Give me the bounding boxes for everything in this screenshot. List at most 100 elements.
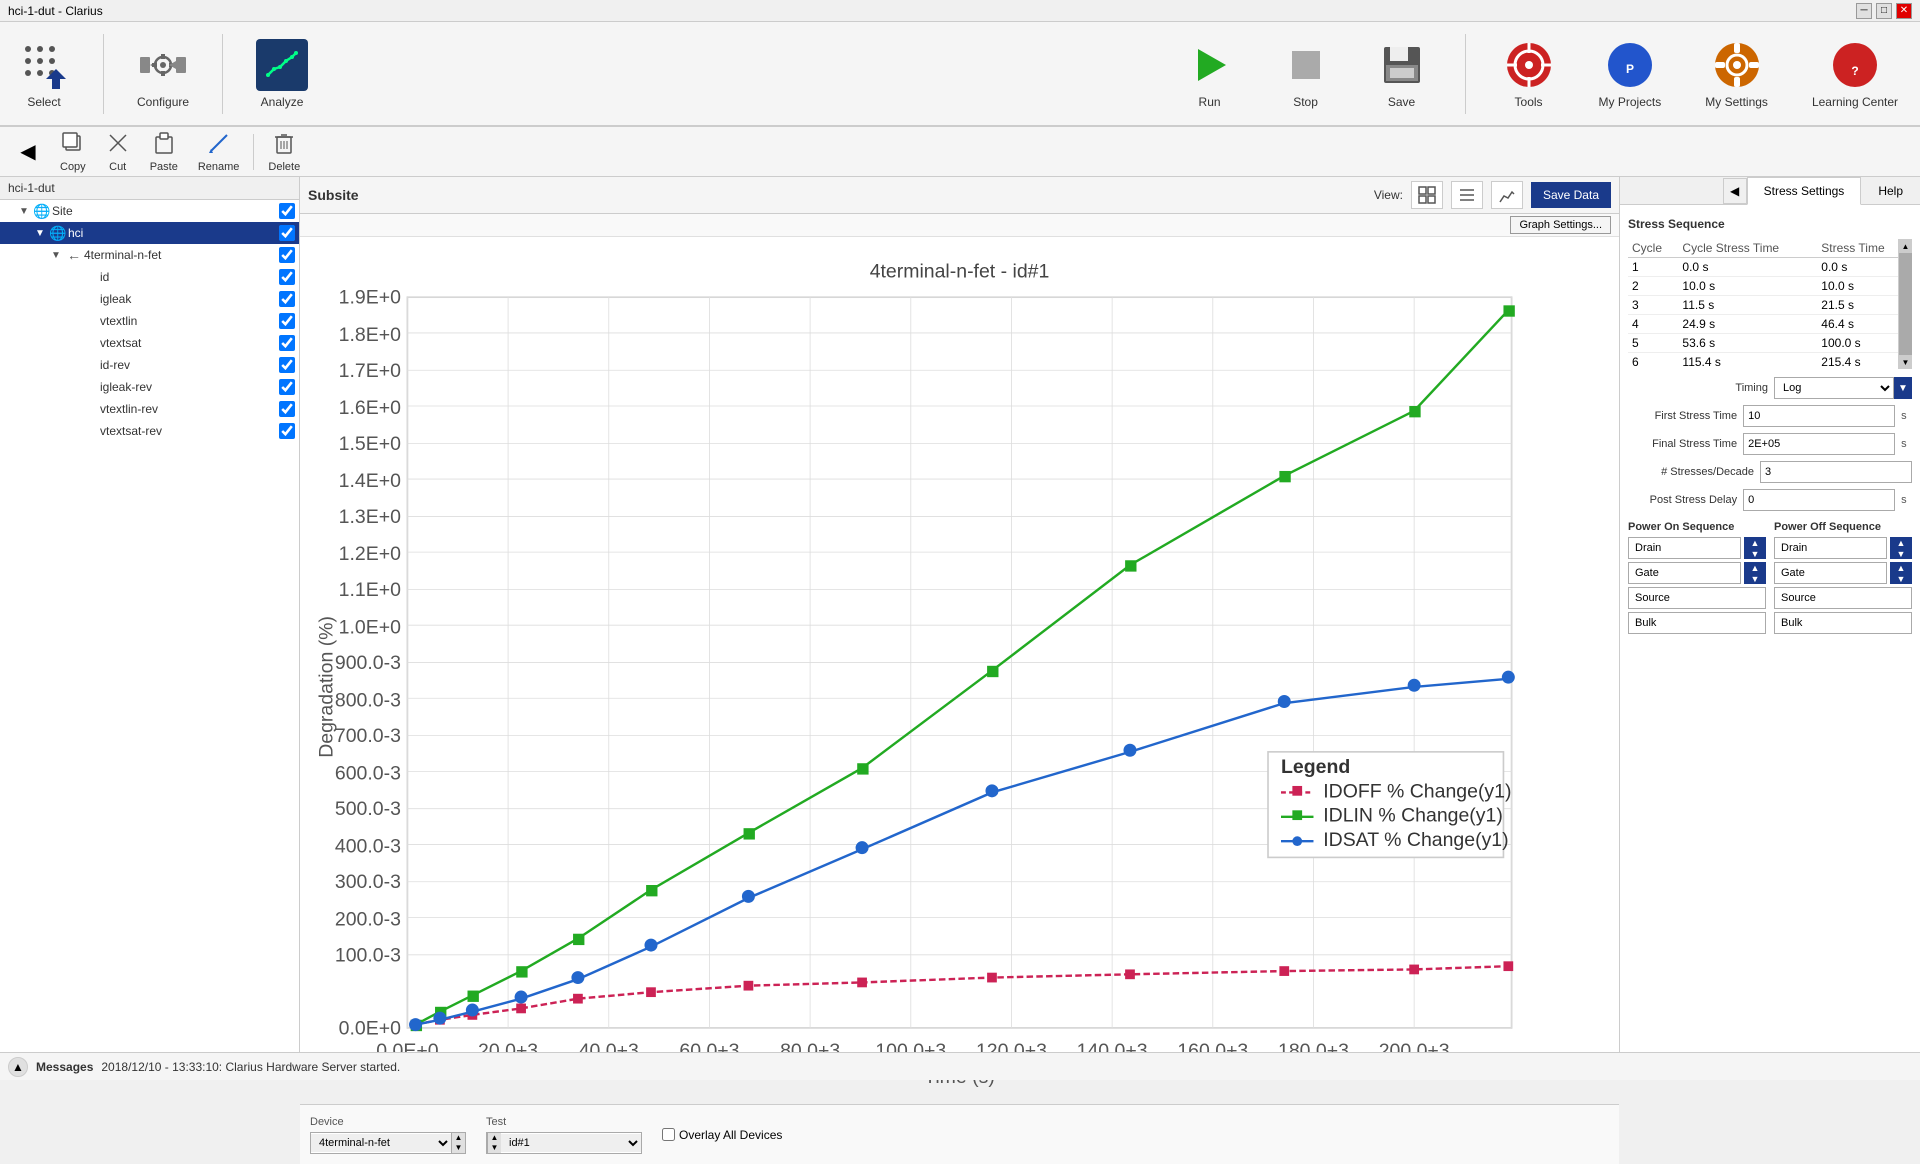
test-up-button[interactable]: ▲ (487, 1133, 501, 1143)
stress-table-container: Cycle Cycle Stress Time Stress Time 10.0… (1628, 239, 1912, 369)
timing-select[interactable]: Log Linear (1774, 377, 1894, 399)
copy-label: Copy (60, 161, 86, 173)
stress-col-cycle-stress-time: Cycle Stress Time (1678, 239, 1817, 258)
run-button[interactable]: Run (1172, 35, 1248, 113)
power-on-drain-down[interactable]: ▼ (1744, 548, 1766, 559)
stresses-per-decade-input[interactable] (1760, 461, 1912, 483)
tree-expand-4terminal[interactable]: ▼ (48, 250, 64, 261)
test-down-button[interactable]: ▼ (487, 1143, 501, 1153)
final-stress-time-input[interactable] (1743, 433, 1895, 455)
power-off-gate-arrows: ▲ ▼ (1890, 562, 1912, 584)
4terminal-checkbox[interactable] (279, 247, 295, 263)
tab-help[interactable]: Help (1861, 177, 1920, 204)
tree-item-hci[interactable]: ▼ 🌐 hci (0, 222, 299, 244)
copy-button[interactable]: Copy (52, 129, 94, 175)
close-button[interactable]: ✕ (1896, 3, 1912, 19)
vtextlin-rev-checkbox[interactable] (279, 401, 295, 417)
delete-button[interactable]: Delete (260, 129, 308, 175)
timing-select-arrow[interactable]: ▼ (1894, 377, 1912, 399)
save-button[interactable]: Save (1364, 35, 1440, 113)
power-off-gate-box: Gate (1774, 562, 1887, 584)
tree-item-vtextlin[interactable]: vtextlin (0, 310, 299, 332)
power-on-drain: Drain ▲ ▼ (1628, 537, 1766, 559)
overlay-checkbox[interactable] (662, 1128, 675, 1141)
graph-settings-button[interactable]: Graph Settings... (1510, 216, 1611, 234)
tree-item-4terminal[interactable]: ▼ ← 4terminal-n-fet (0, 244, 299, 266)
cut-button[interactable]: Cut (98, 129, 138, 175)
rpanel-back-button[interactable]: ◀ (1723, 178, 1747, 204)
power-on-drain-up[interactable]: ▲ (1744, 537, 1766, 548)
test-label: Test (486, 1116, 642, 1128)
svg-text:100.0-3: 100.0-3 (335, 944, 401, 966)
device-label: Device (310, 1116, 466, 1128)
power-off-drain-down[interactable]: ▼ (1890, 548, 1912, 559)
view-list-button[interactable] (1451, 181, 1483, 209)
right-panel-content: Stress Sequence Cycle Cycle Stress Time … (1620, 205, 1920, 1052)
minimize-button[interactable]: ─ (1856, 3, 1872, 19)
select-tool[interactable]: Select (10, 35, 78, 113)
configure-tool[interactable]: Configure (129, 35, 197, 113)
vtextsat-rev-checkbox[interactable] (279, 423, 295, 439)
save-data-button[interactable]: Save Data (1531, 182, 1611, 208)
view-chart-button[interactable] (1491, 181, 1523, 209)
tree-item-id-rev[interactable]: id-rev (0, 354, 299, 376)
tree-item-vtextlin-rev[interactable]: vtextlin-rev (0, 398, 299, 420)
post-stress-delay-input[interactable] (1743, 489, 1895, 511)
analyze-tool[interactable]: Analyze (248, 35, 316, 113)
power-off-gate: Gate ▲ ▼ (1774, 562, 1912, 584)
hci-checkbox[interactable] (279, 225, 295, 241)
power-on-source: Source (1628, 587, 1766, 609)
power-on-drain-box: Drain (1628, 537, 1741, 559)
power-off-gate-up[interactable]: ▲ (1890, 562, 1912, 573)
tree-item-vtextsat-rev[interactable]: vtextsat-rev (0, 420, 299, 442)
tree-expand-site[interactable]: ▼ (16, 206, 32, 217)
device-down-button[interactable]: ▼ (451, 1143, 465, 1153)
test-group: Test ▲ ▼ id#1 (486, 1116, 642, 1154)
power-on-gate: Gate ▲ ▼ (1628, 562, 1766, 584)
analyze-icon (256, 39, 308, 91)
final-stress-time-unit: s (1901, 438, 1912, 450)
device-group: Device 4terminal-n-fet ▲ ▼ (310, 1116, 466, 1154)
tree-item-vtextsat[interactable]: vtextsat (0, 332, 299, 354)
power-off-gate-down[interactable]: ▼ (1890, 573, 1912, 584)
my-projects-button[interactable]: P My Projects (1587, 35, 1674, 113)
my-settings-button[interactable]: My Settings (1693, 35, 1780, 113)
configure-label: Configure (137, 95, 189, 109)
stress-scroll-up[interactable]: ▲ (1899, 239, 1912, 253)
tools-button[interactable]: Tools (1491, 35, 1567, 113)
power-off-col: Power Off Sequence Drain ▲ ▼ Gate ▲ ▼ (1774, 521, 1912, 637)
view-grid-button[interactable] (1411, 181, 1443, 209)
maximize-button[interactable]: □ (1876, 3, 1892, 19)
power-off-drain-up[interactable]: ▲ (1890, 537, 1912, 548)
tree-item-igleak-rev[interactable]: igleak-rev (0, 376, 299, 398)
test-select[interactable]: id#1 (501, 1134, 641, 1152)
device-up-button[interactable]: ▲ (451, 1133, 465, 1143)
stop-button[interactable]: Stop (1268, 35, 1344, 113)
timing-row: Timing Log Linear ▼ (1628, 377, 1912, 399)
learning-center-button[interactable]: ? Learning Center (1800, 35, 1910, 113)
igleak-checkbox[interactable] (279, 291, 295, 307)
power-on-gate-up[interactable]: ▲ (1744, 562, 1766, 573)
id-rev-checkbox[interactable] (279, 357, 295, 373)
tab-stress-settings[interactable]: Stress Settings (1747, 177, 1862, 205)
power-on-gate-down[interactable]: ▼ (1744, 573, 1766, 584)
tree-item-site[interactable]: ▼ 🌐 Site (0, 200, 299, 222)
id-checkbox[interactable] (279, 269, 295, 285)
tree-item-id[interactable]: id (0, 266, 299, 288)
paste-button[interactable]: Paste (142, 129, 186, 175)
first-stress-time-input[interactable] (1743, 405, 1895, 427)
my-settings-label: My Settings (1705, 95, 1768, 109)
stress-scroll-down[interactable]: ▼ (1899, 355, 1912, 369)
igleak-rev-checkbox[interactable] (279, 379, 295, 395)
tree-item-igleak[interactable]: igleak (0, 288, 299, 310)
rename-button[interactable]: Rename (190, 129, 248, 175)
device-select[interactable]: 4terminal-n-fet (311, 1134, 451, 1152)
messages-expand-button[interactable]: ▲ (8, 1057, 28, 1077)
site-checkbox[interactable] (279, 203, 295, 219)
back-button[interactable]: ◀ (8, 137, 48, 166)
tree-expand-hci[interactable]: ▼ (32, 228, 48, 239)
power-on-title: Power On Sequence (1628, 521, 1766, 533)
vtextsat-checkbox[interactable] (279, 335, 295, 351)
vtextlin-checkbox[interactable] (279, 313, 295, 329)
stress-table-row: 6115.4 s215.4 s (1628, 353, 1912, 370)
